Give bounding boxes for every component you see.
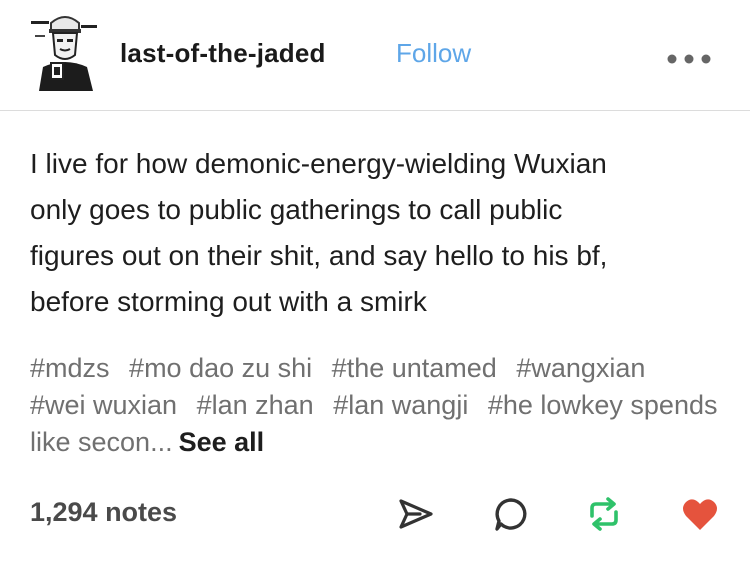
notes-count[interactable]: 1,294 notes bbox=[30, 497, 177, 528]
tag-item[interactable]: #the untamed bbox=[332, 353, 497, 383]
tag-item[interactable]: #mo dao zu shi bbox=[129, 353, 312, 383]
tag-item[interactable]: #wangxian bbox=[516, 353, 645, 383]
more-options-icon[interactable] bbox=[666, 52, 712, 64]
tag-list: #mdzs #mo dao zu shi #the untamed #wangx… bbox=[30, 350, 720, 461]
share-icon[interactable] bbox=[396, 494, 436, 534]
avatar[interactable] bbox=[29, 11, 101, 91]
see-all-link[interactable]: See all bbox=[179, 427, 265, 457]
reblog-icon[interactable] bbox=[584, 494, 624, 534]
avatar-image bbox=[29, 11, 101, 91]
tag-item[interactable]: #wei wuxian bbox=[30, 390, 177, 420]
tag-item[interactable]: #mdzs bbox=[30, 353, 110, 383]
tag-item[interactable]: #lan zhan bbox=[197, 390, 314, 420]
author-name[interactable]: last-of-the-jaded bbox=[120, 38, 326, 69]
follow-button[interactable]: Follow bbox=[396, 38, 471, 69]
post-body: I live for how demonic-energy-wielding W… bbox=[30, 148, 608, 317]
heart-icon[interactable] bbox=[680, 494, 720, 534]
post-header: last-of-the-jaded Follow bbox=[0, 0, 750, 111]
reply-icon[interactable] bbox=[491, 494, 531, 534]
tag-item[interactable]: #lan wangji bbox=[333, 390, 468, 420]
